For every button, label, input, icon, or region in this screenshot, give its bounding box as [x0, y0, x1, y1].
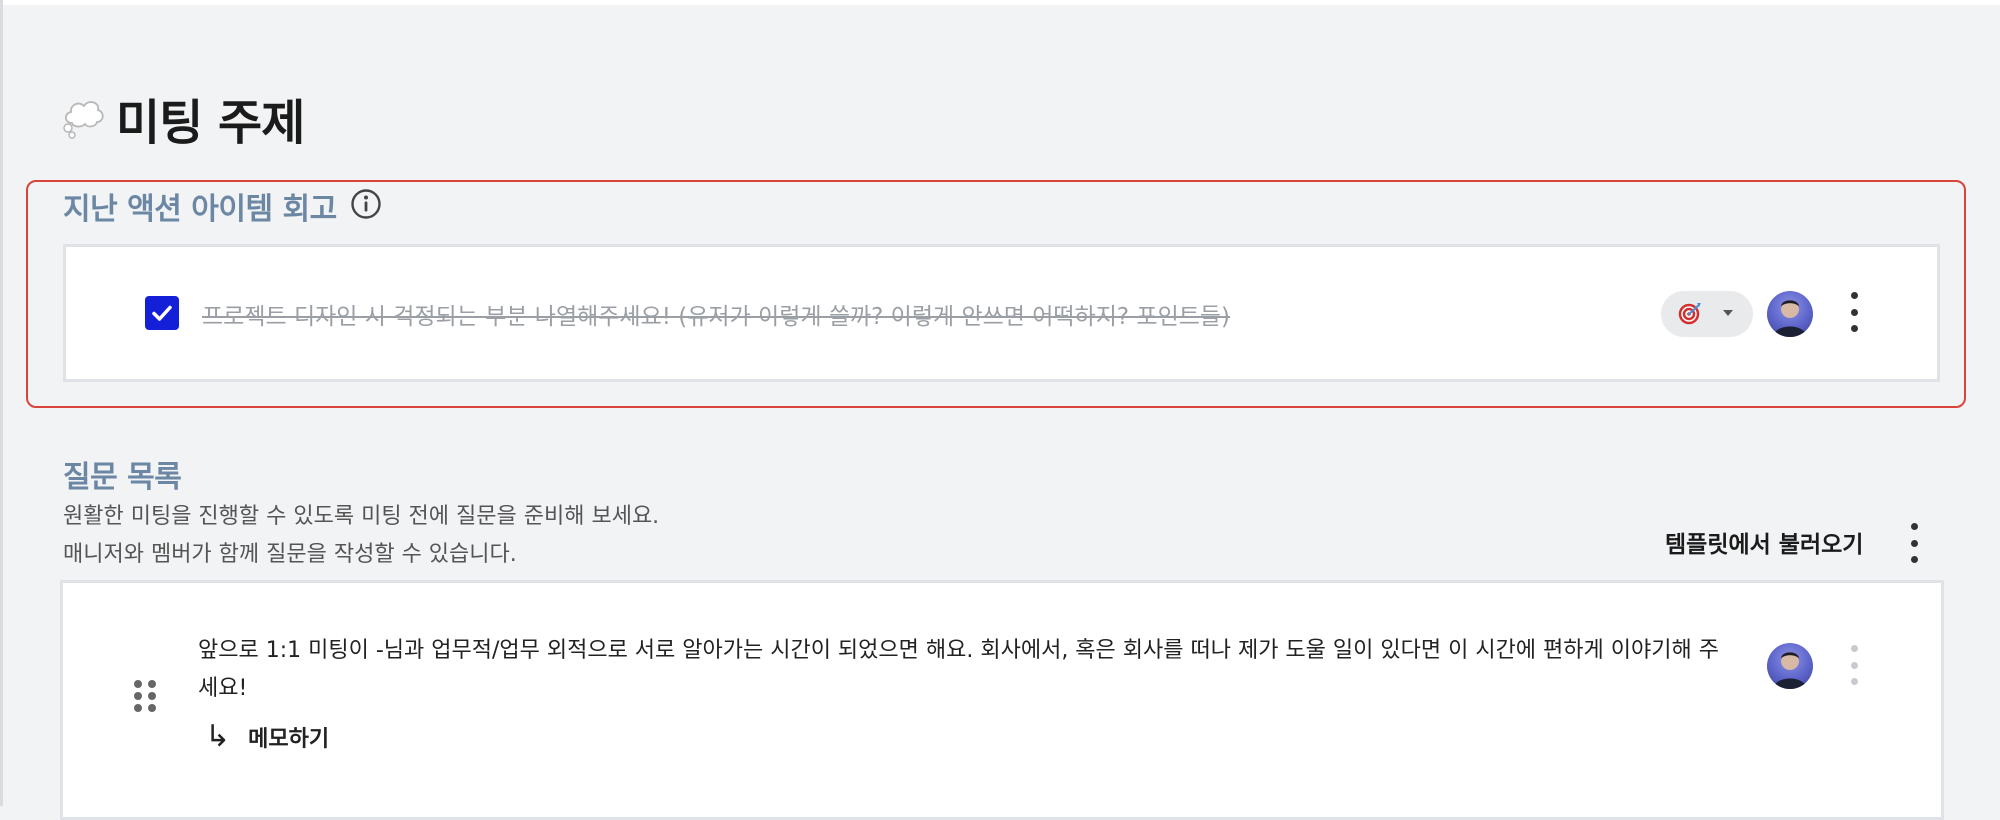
left-divider	[0, 0, 3, 806]
avatar[interactable]	[1767, 291, 1813, 337]
questions-description-1: 원활한 미팅을 진행할 수 있도록 미팅 전에 질문을 준비해 보세요.	[63, 504, 660, 529]
memo-button[interactable]: ↳ 메모하기	[205, 720, 329, 754]
questions-description-2: 매니저와 멤버가 함께 질문을 작성할 수 있습니다.	[63, 542, 517, 567]
top-edge	[0, 0, 2000, 5]
action-item-text[interactable]: 프로젝트 디자인 시 걱정되는 부분 나열해주세요! (유저가 이렇게 쓸까? …	[202, 297, 1230, 331]
checkmark-icon	[152, 305, 172, 321]
drag-handle-icon[interactable]	[134, 680, 156, 712]
chevron-down-icon	[1723, 310, 1733, 316]
return-arrow-icon: ↳	[205, 719, 231, 754]
info-icon[interactable]	[350, 188, 382, 220]
target-dart-icon	[1678, 303, 1701, 325]
page-title: 미팅 주제	[60, 88, 305, 151]
last-action-items-heading: 지난 액션 아이템 회고	[63, 192, 337, 227]
questions-heading: 질문 목록	[63, 460, 182, 495]
category-dropdown[interactable]	[1661, 291, 1753, 337]
question-more-icon[interactable]	[1848, 645, 1860, 685]
questions-more-icon[interactable]	[1908, 523, 1920, 563]
question-text[interactable]: 앞으로 1:1 미팅이 -님과 업무적/업무 외적으로 서로 알아가는 시간이 …	[198, 632, 1728, 708]
action-item-checkbox[interactable]	[145, 296, 179, 330]
page-title-text: 미팅 주제	[116, 95, 305, 151]
question-author-avatar[interactable]	[1767, 643, 1813, 689]
load-from-template-button[interactable]: 템플릿에서 불러오기	[1665, 525, 1863, 559]
memo-label: 메모하기	[248, 727, 330, 752]
action-item-more-icon[interactable]	[1848, 292, 1860, 332]
thought-bubble-icon	[60, 95, 106, 141]
